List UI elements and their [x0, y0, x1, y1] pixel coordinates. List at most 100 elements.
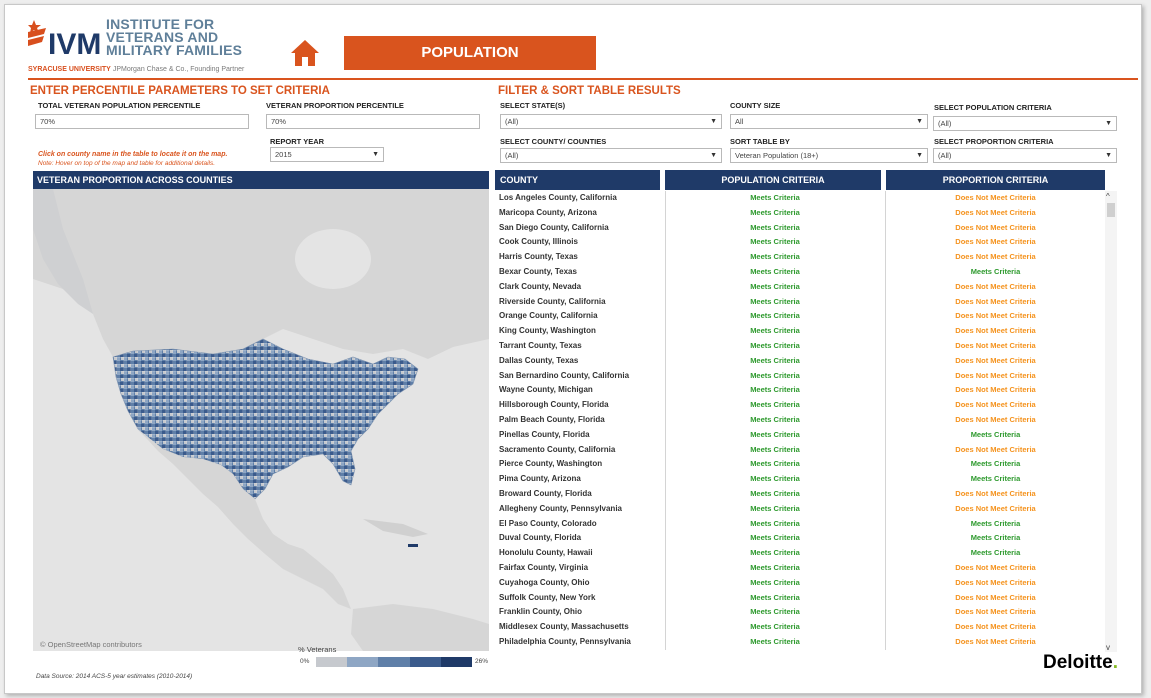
county-name-link[interactable]: Los Angeles County, California [499, 191, 617, 206]
county-name-link[interactable]: Dallas County, Texas [499, 354, 578, 369]
table-row[interactable]: Suffolk County, New York Meets Criteria Do… [495, 591, 1105, 606]
county-name-link[interactable]: Suffolk County, New York [499, 591, 595, 606]
table-row[interactable]: Cook County, Illinois Meets Criteria Does … [495, 235, 1105, 250]
county-name-link[interactable]: Middlesex County, Massachusetts [499, 620, 629, 635]
map-svg[interactable] [33, 189, 489, 651]
page-title-tab[interactable]: POPULATION [344, 36, 596, 70]
county-name-link[interactable]: Cuyahoga County, Ohio [499, 576, 590, 591]
table-row[interactable]: Cuyahoga County, Ohio Meets Criteria Does … [495, 576, 1105, 591]
total-pop-input[interactable]: 70% [35, 114, 249, 129]
county-name-link[interactable]: Honolulu County, Hawaii [499, 546, 593, 561]
counties-dropdown[interactable]: (All) ▼ [500, 148, 722, 163]
county-size-value: All [735, 117, 744, 126]
county-name-link[interactable]: King County, Washington [499, 324, 596, 339]
county-name-link[interactable]: Broward County, Florida [499, 487, 592, 502]
table-row[interactable]: San Diego County, California Meets Criter… [495, 221, 1105, 236]
table-row[interactable]: Bexar County, Texas Meets Criteria Meets C… [495, 265, 1105, 280]
county-name-link[interactable]: Riverside County, California [499, 295, 606, 310]
population-criteria-cell: Meets Criteria [750, 355, 800, 365]
county-name-link[interactable]: Bexar County, Texas [499, 265, 577, 280]
pop-criteria-dropdown[interactable]: (All) ▼ [933, 116, 1117, 131]
proportion-criteria-cell: Does Not Meet Criteria [955, 296, 1036, 306]
state-label: SELECT STATE(S) [500, 101, 566, 110]
table-row[interactable]: San Bernardino County, California Meets C… [495, 369, 1105, 384]
table-row[interactable]: Riverside County, California Meets Criter… [495, 295, 1105, 310]
table-row[interactable]: Tarrant County, Texas Meets Criteria Does … [495, 339, 1105, 354]
population-criteria-cell: Meets Criteria [750, 400, 800, 410]
proportion-criteria-cell: Does Not Meet Criteria [955, 385, 1036, 395]
county-name-link[interactable]: Harris County, Texas [499, 250, 578, 265]
county-map[interactable] [33, 189, 489, 651]
deloitte-logo: Deloitte. [1043, 652, 1118, 674]
prop-criteria-label: SELECT PROPORTION CRITERIA [934, 137, 1054, 146]
table-row[interactable]: Fairfax County, Virginia Meets Criteria Do… [495, 561, 1105, 576]
scroll-thumb[interactable] [1107, 203, 1115, 217]
prop-criteria-dropdown[interactable]: (All) ▼ [933, 148, 1117, 163]
proportion-criteria-cell: Does Not Meet Criteria [955, 488, 1036, 498]
table-row[interactable]: Maricopa County, Arizona Meets Criteria Do… [495, 206, 1105, 221]
county-name-link[interactable]: Orange County, California [499, 309, 598, 324]
report-year-dropdown[interactable]: 2015 ▼ [270, 147, 384, 162]
table-row[interactable]: Sacramento County, California Meets Crite… [495, 443, 1105, 458]
population-criteria-cell: Meets Criteria [750, 592, 800, 602]
scroll-down-icon[interactable]: v [1106, 643, 1110, 652]
table-row[interactable]: Palm Beach County, Florida Meets Criteria… [495, 413, 1105, 428]
population-criteria-cell: Meets Criteria [750, 252, 800, 262]
table-row[interactable]: Honolulu County, Hawaii Meets Criteria Mee… [495, 546, 1105, 561]
proportion-criteria-cell: Meets Criteria [970, 459, 1021, 469]
county-name-link[interactable]: Tarrant County, Texas [499, 339, 582, 354]
table-row[interactable]: Harris County, Texas Meets Criteria Does N… [495, 250, 1105, 265]
county-name-link[interactable]: Palm Beach County, Florida [499, 413, 605, 428]
table-row[interactable]: El Paso County, Colorado Meets Criteria Me… [495, 517, 1105, 532]
population-criteria-cell: Meets Criteria [750, 474, 800, 484]
county-name-link[interactable]: Hillsborough County, Florida [499, 398, 609, 413]
table-row[interactable]: Hillsborough County, Florida Meets Criter… [495, 398, 1105, 413]
state-dropdown[interactable]: (All) ▼ [500, 114, 722, 129]
table-row[interactable]: Orange County, California Meets Criteria D… [495, 309, 1105, 324]
county-name-link[interactable]: El Paso County, Colorado [499, 517, 597, 532]
county-name-link[interactable]: Franklin County, Ohio [499, 605, 582, 620]
county-name-link[interactable]: Clark County, Nevada [499, 280, 581, 295]
column-header-proportion[interactable]: PROPORTION CRITERIA [886, 170, 1105, 190]
home-icon[interactable] [290, 38, 320, 68]
county-name-link[interactable]: Pima County, Arizona [499, 472, 581, 487]
county-name-link[interactable]: Pierce County, Washington [499, 457, 602, 472]
county-name-link[interactable]: Pinellas County, Florida [499, 428, 590, 443]
county-name-link[interactable]: Sacramento County, California [499, 443, 615, 458]
table-row[interactable]: Middlesex County, Massachusetts Meets Cri… [495, 620, 1105, 635]
table-row[interactable]: Clark County, Nevada Meets Criteria Does N… [495, 280, 1105, 295]
table-row[interactable]: Pinellas County, Florida Meets Criteria Me… [495, 428, 1105, 443]
county-name-link[interactable]: Allegheny County, Pennsylvania [499, 502, 622, 517]
county-name-link[interactable]: Wayne County, Michigan [499, 383, 593, 398]
county-name-link[interactable]: Cook County, Illinois [499, 235, 578, 250]
county-name-link[interactable]: Philadelphia County, Pennsylvania [499, 635, 631, 650]
population-criteria-cell: Meets Criteria [750, 548, 800, 558]
column-header-population[interactable]: POPULATION CRITERIA [665, 170, 881, 190]
column-header-county[interactable]: COUNTY [495, 170, 660, 190]
county-name-link[interactable]: Fairfax County, Virginia [499, 561, 588, 576]
proportion-criteria-cell: Meets Criteria [970, 429, 1021, 439]
table-row[interactable]: Dallas County, Texas Meets Criteria Does N… [495, 354, 1105, 369]
table-row[interactable]: Allegheny County, Pennsylvania Meets Crit… [495, 502, 1105, 517]
county-name-link[interactable]: Maricopa County, Arizona [499, 206, 597, 221]
table-row[interactable]: Duval County, Florida Meets Criteria Meets… [495, 531, 1105, 546]
population-criteria-cell: Meets Criteria [750, 459, 800, 469]
table-row[interactable]: Pierce County, Washington Meets Criteria M… [495, 457, 1105, 472]
population-criteria-cell: Meets Criteria [750, 296, 800, 306]
sort-dropdown[interactable]: Veteran Population (18+) ▼ [730, 148, 928, 163]
county-name-link[interactable]: Duval County, Florida [499, 531, 581, 546]
table-row[interactable]: Wayne County, Michigan Meets Criteria Does… [495, 383, 1105, 398]
table-row[interactable]: Philadelphia County, Pennsylvania Meets C… [495, 635, 1105, 650]
county-size-dropdown[interactable]: All ▼ [730, 114, 928, 129]
table-row[interactable]: Franklin County, Ohio Meets Criteria Does … [495, 605, 1105, 620]
table-row[interactable]: Pima County, Arizona Meets Criteria Meets … [495, 472, 1105, 487]
proportion-input[interactable]: 70% [266, 114, 480, 129]
county-name-link[interactable]: San Diego County, California [499, 221, 609, 236]
table-row[interactable]: Los Angeles County, California Meets Crit… [495, 191, 1105, 206]
table-row[interactable]: King County, Washington Meets Criteria Doe… [495, 324, 1105, 339]
county-name-link[interactable]: San Bernardino County, California [499, 369, 629, 384]
table-scrollbar[interactable]: ^ v [1105, 191, 1117, 652]
south-america-landmass [351, 604, 489, 651]
scroll-up-icon[interactable]: ^ [1106, 192, 1110, 201]
table-row[interactable]: Broward County, Florida Meets Criteria Doe… [495, 487, 1105, 502]
